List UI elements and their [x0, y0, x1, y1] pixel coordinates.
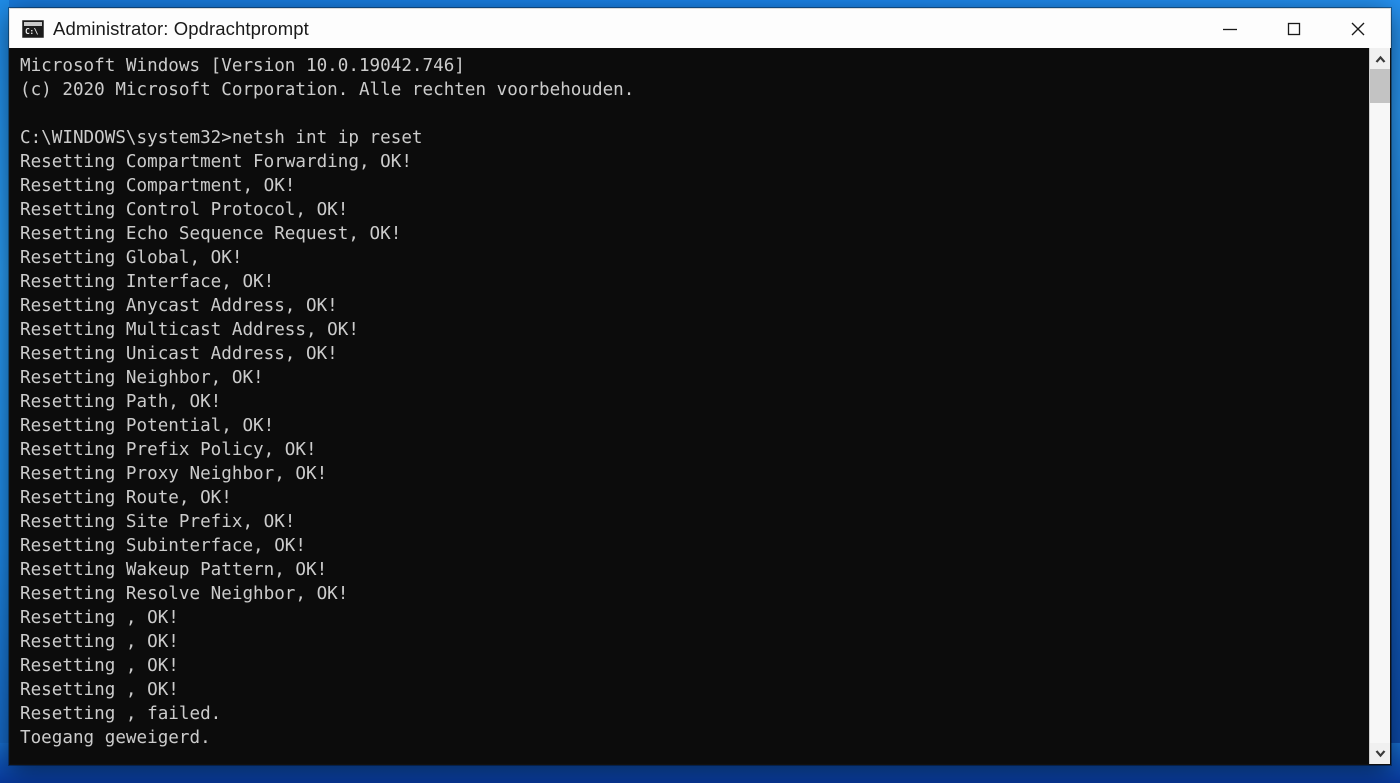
console-line: Resetting Route, OK!	[20, 488, 232, 508]
console-scrollbar[interactable]	[1369, 48, 1390, 764]
console-line: Resetting Resolve Neighbor, OK!	[20, 584, 349, 604]
console-line: Resetting Echo Sequence Request, OK!	[20, 224, 402, 244]
window-controls	[1198, 9, 1390, 49]
console-line: Microsoft Windows [Version 10.0.19042.74…	[20, 56, 465, 76]
command-prompt-icon: C:\	[22, 19, 44, 38]
console-line: Resetting Control Protocol, OK!	[20, 200, 349, 220]
console-line: Resetting Wakeup Pattern, OK!	[20, 560, 328, 580]
console-line: Resetting Multicast Address, OK!	[20, 320, 359, 340]
console-line: Resetting , OK!	[20, 656, 179, 676]
window-title: Administrator: Opdrachtprompt	[53, 17, 309, 39]
console-line: Resetting , OK!	[20, 680, 179, 700]
console-line: Resetting Proxy Neighbor, OK!	[20, 464, 328, 484]
console-line: Resetting Potential, OK!	[20, 416, 275, 436]
desktop-left-accent	[0, 0, 9, 783]
console-line: Resetting , OK!	[20, 632, 179, 652]
console-line: Resetting Unicast Address, OK!	[20, 344, 338, 364]
console-line: Resetting Path, OK!	[20, 392, 222, 412]
console-line: Toegang geweigerd.	[20, 728, 211, 748]
chevron-up-icon	[1375, 55, 1386, 63]
console-line: Resetting Neighbor, OK!	[20, 368, 264, 388]
console-line: Resetting Compartment Forwarding, OK!	[20, 152, 412, 172]
console-line: Resetting Compartment, OK!	[20, 176, 296, 196]
minimize-button[interactable]	[1198, 9, 1262, 49]
console-body: Microsoft Windows [Version 10.0.19042.74…	[9, 48, 1391, 765]
console-output-text[interactable]: Microsoft Windows [Version 10.0.19042.74…	[10, 48, 1369, 764]
console-line: Resetting Subinterface, OK!	[20, 536, 306, 556]
console-window: C:\ Administrator: Opdrachtprompt Micros…	[9, 8, 1391, 765]
console-line: C:\WINDOWS\system32>netsh int ip reset	[20, 128, 423, 148]
scroll-up-arrow[interactable]	[1370, 48, 1390, 69]
console-line: Resetting , OK!	[20, 608, 179, 628]
scrollbar-thumb[interactable]	[1370, 69, 1390, 103]
scrollbar-track[interactable]	[1370, 69, 1390, 743]
scroll-down-arrow[interactable]	[1370, 743, 1390, 764]
console-line: (c) 2020 Microsoft Corporation. Alle rec…	[20, 80, 635, 100]
console-line: Resetting Prefix Policy, OK!	[20, 440, 317, 460]
console-line: Resetting Anycast Address, OK!	[20, 296, 338, 316]
maximize-icon	[1287, 22, 1301, 36]
console-line: Resetting Site Prefix, OK!	[20, 512, 296, 532]
maximize-button[interactable]	[1262, 9, 1326, 49]
console-line: Resetting Interface, OK!	[20, 272, 275, 292]
close-icon	[1351, 22, 1365, 36]
console-line: Resetting Global, OK!	[20, 248, 243, 268]
chevron-down-icon	[1375, 749, 1386, 757]
console-line: Resetting , failed.	[20, 704, 222, 724]
window-title-bar[interactable]: C:\ Administrator: Opdrachtprompt	[9, 8, 1391, 48]
command-prompt-icon-glyph: C:\	[25, 26, 38, 36]
close-button[interactable]	[1326, 9, 1390, 49]
minimize-icon	[1223, 28, 1237, 31]
